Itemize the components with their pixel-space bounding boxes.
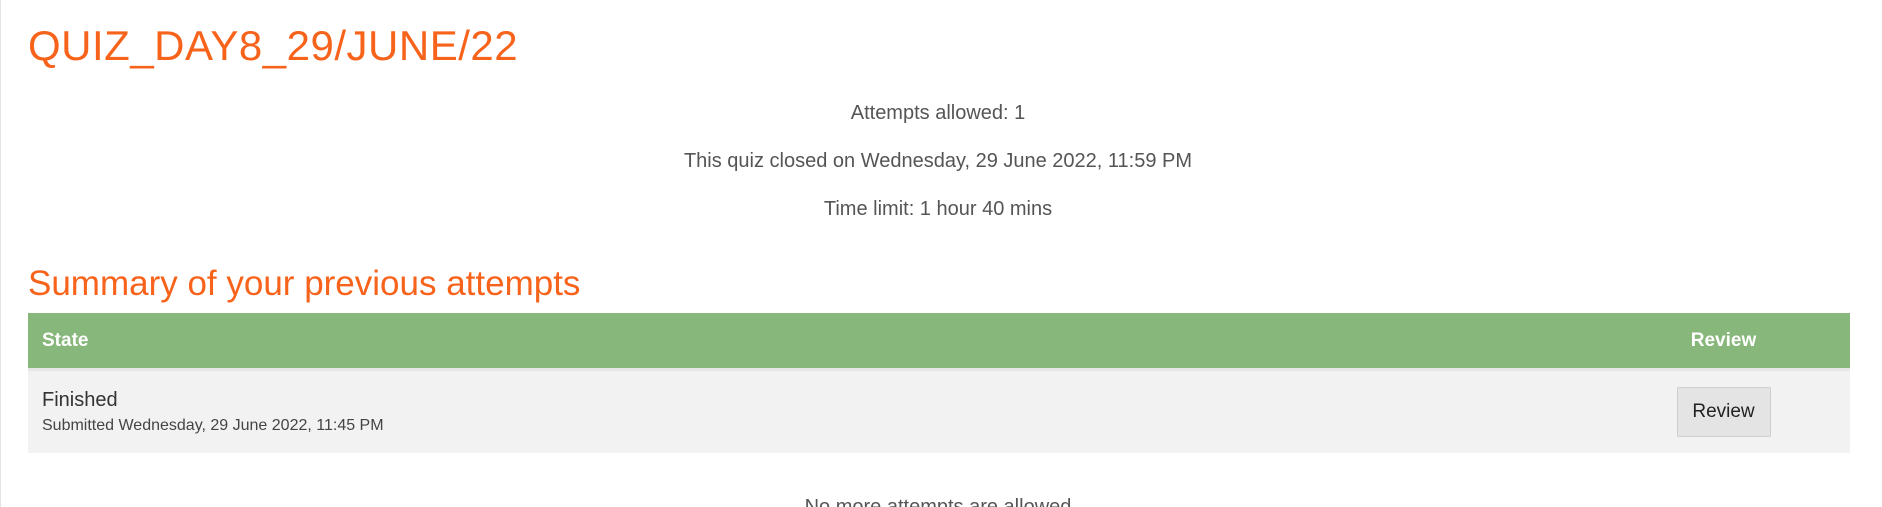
table-row: Finished Submitted Wednesday, 29 June 20…	[28, 369, 1850, 454]
attempts-allowed-text: Attempts allowed: 1	[850, 102, 1026, 124]
column-header-review: Review	[1597, 313, 1850, 371]
summary-heading: Summary of your previous attempts	[28, 264, 581, 303]
attempt-review-cell: Review	[1597, 370, 1850, 454]
quiz-page: QUIZ_DAY8_29/JUNE/22 Attempts allowed: 1…	[0, 0, 1882, 507]
attempt-state: Finished	[42, 389, 118, 411]
column-header-state: State	[28, 313, 1597, 371]
table-header-row: State Review	[28, 313, 1850, 371]
attempt-state-cell: Finished Submitted Wednesday, 29 June 20…	[28, 370, 1597, 454]
time-limit-text: Time limit: 1 hour 40 mins	[823, 198, 1053, 220]
no-more-attempts-text: No more attempts are allowed	[804, 496, 1072, 507]
quiz-title: QUIZ_DAY8_29/JUNE/22	[28, 22, 519, 69]
review-button[interactable]: Review	[1676, 387, 1771, 437]
attempts-table: State Review Finished Submitted Wednesda…	[28, 313, 1850, 453]
attempt-submitted-date: Submitted Wednesday, 29 June 2022, 11:45…	[42, 417, 384, 434]
quiz-closed-text: This quiz closed on Wednesday, 29 June 2…	[683, 150, 1193, 172]
